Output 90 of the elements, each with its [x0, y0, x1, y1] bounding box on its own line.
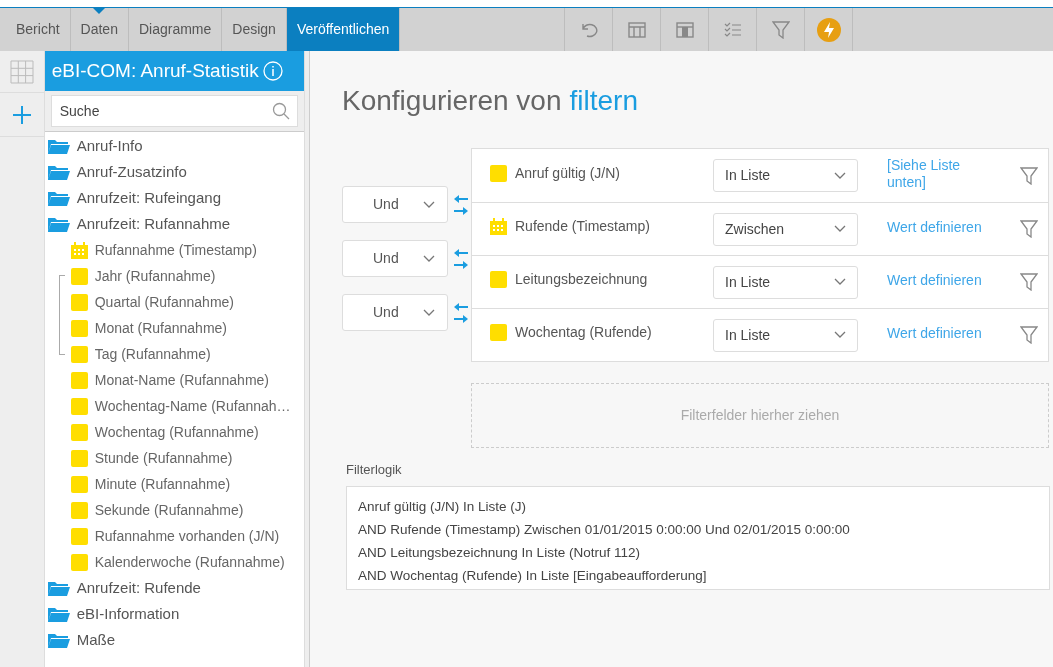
field-icon [70, 527, 88, 545]
tree-item[interactable]: Anruf-Info [76, 134, 143, 158]
chevron-down-icon [834, 225, 846, 233]
calendar-icon [490, 218, 507, 235]
logic-line: Anruf gültig (J/N) In Liste (J) [358, 497, 528, 516]
swap-arrows-icon[interactable] [454, 192, 468, 217]
field-icon [70, 475, 88, 493]
tree-item[interactable]: Monat (Rufannahme) [94, 317, 227, 339]
logic-select[interactable]: Und [342, 294, 448, 331]
field-icon [490, 324, 507, 341]
tab[interactable]: Veröffentlichen [286, 8, 401, 51]
filter-icon[interactable] [1020, 166, 1038, 185]
logic-select[interactable]: Und [342, 186, 448, 223]
field-icon [70, 423, 88, 441]
drop-zone: Filterfelder hierher ziehen [471, 383, 1049, 448]
chevron-down-icon [834, 278, 846, 286]
folder-icon [47, 606, 70, 622]
chevron-down-icon [834, 331, 846, 339]
tree-item[interactable]: Anruf-Zusatzinfo [76, 160, 187, 184]
field-icon [70, 319, 88, 337]
folder-icon [47, 138, 70, 154]
tree-item[interactable]: Wochentag (Rufannahme) [94, 421, 259, 443]
filter-icon[interactable] [1020, 326, 1038, 344]
search-field[interactable]: Suche [50, 95, 299, 127]
field-icon [70, 293, 88, 311]
calendar-icon [70, 241, 88, 259]
logic-select[interactable]: Und [342, 240, 448, 277]
field-icon [70, 397, 88, 415]
operator-select[interactable]: Zwischen [713, 212, 858, 246]
tree-item[interactable]: Maße [76, 628, 116, 652]
tree-item[interactable]: Anrufzeit: Rufeingang [76, 186, 221, 210]
field-icon [490, 164, 507, 182]
folder-icon [47, 216, 70, 232]
tree-item[interactable]: Rufannahme (Timestamp) [94, 239, 257, 261]
plus-icon[interactable] [12, 105, 31, 124]
chevron-down-icon [423, 308, 435, 317]
page-title-highlight: filtern [569, 84, 638, 118]
swap-arrows-icon[interactable] [454, 300, 468, 325]
section-label: Filterlogik [346, 461, 403, 479]
tree-item[interactable]: Rufannahme vorhanden (J/N) [94, 525, 280, 547]
operator-select[interactable]: In Liste [713, 159, 858, 192]
columns-icon[interactable] [675, 21, 694, 38]
filter-icon[interactable] [1020, 220, 1038, 238]
checklist-icon[interactable] [723, 21, 742, 38]
folder-icon [47, 580, 70, 596]
tree-item[interactable]: Anrufzeit: Rufannahme [76, 212, 231, 236]
tree-item[interactable]: Monat-Name (Rufannahme) [94, 369, 269, 391]
filter-icon[interactable] [771, 20, 790, 39]
field-icon [490, 271, 507, 288]
field-icon [70, 345, 88, 363]
logic-line: AND Leitungsbezeichnung In Liste (Notruf 112) [358, 543, 641, 562]
search-icon [272, 102, 291, 120]
operator-select[interactable]: In Liste [713, 318, 858, 352]
lightning-icon[interactable] [816, 17, 841, 42]
info-icon[interactable] [262, 61, 283, 81]
folder-icon [47, 164, 70, 180]
field-icon [70, 449, 88, 467]
undo-icon[interactable] [579, 21, 598, 38]
folder-icon [47, 190, 70, 206]
logic-line: AND Wochentag (Rufende) In Liste [Eingabeaufforderung] [358, 566, 708, 585]
chevron-down-icon [423, 200, 435, 209]
filter-icon[interactable] [1020, 273, 1038, 291]
tree-item[interactable]: eBI-Information [76, 602, 180, 626]
tree-item[interactable]: Tag (Rufannahme) [94, 343, 211, 365]
folder-icon [47, 632, 70, 648]
tree-item[interactable]: Anrufzeit: Rufende [76, 576, 201, 600]
tree-item[interactable]: Wochentag-Name (Rufannah… [94, 395, 291, 417]
report-title: eBI-COM: Anruf-Statistik [51, 58, 259, 83]
swap-arrows-icon[interactable] [454, 246, 468, 271]
tree-item[interactable]: Jahr (Rufannahme) [94, 265, 216, 287]
tree-item[interactable]: Quartal (Rufannahme) [94, 291, 234, 313]
field-icon [70, 267, 88, 285]
field-icon [70, 553, 88, 571]
tree-item[interactable]: Stunde (Rufannahme) [94, 447, 233, 469]
filter-field-name: Wochentag (Rufende) [515, 323, 652, 342]
tree-item[interactable]: Minute (Rufannahme) [94, 473, 231, 495]
chevron-down-icon [423, 254, 435, 263]
filter-field-name: Rufende (Timestamp) [515, 217, 650, 236]
filter-field-name: Anruf gültig (J/N) [515, 163, 621, 183]
grid-icon[interactable] [9, 59, 34, 84]
tree-item[interactable]: Sekunde (Rufannahme) [94, 499, 244, 521]
field-icon [70, 501, 88, 519]
table-icon[interactable] [627, 21, 646, 38]
field-icon [70, 371, 88, 389]
filter-field-name: Leitungsbezeichnung [515, 270, 648, 289]
logic-line: AND Rufende (Timestamp) Zwischen 01/01/2015 0:00:00 Und 02/01/2015 0:00:00 [358, 520, 851, 539]
page-title: Konfigurieren von [342, 84, 562, 118]
tree-item[interactable]: Kalenderwoche (Rufannahme) [94, 551, 285, 573]
chevron-down-icon [834, 171, 846, 180]
operator-select[interactable]: In Liste [713, 265, 858, 299]
